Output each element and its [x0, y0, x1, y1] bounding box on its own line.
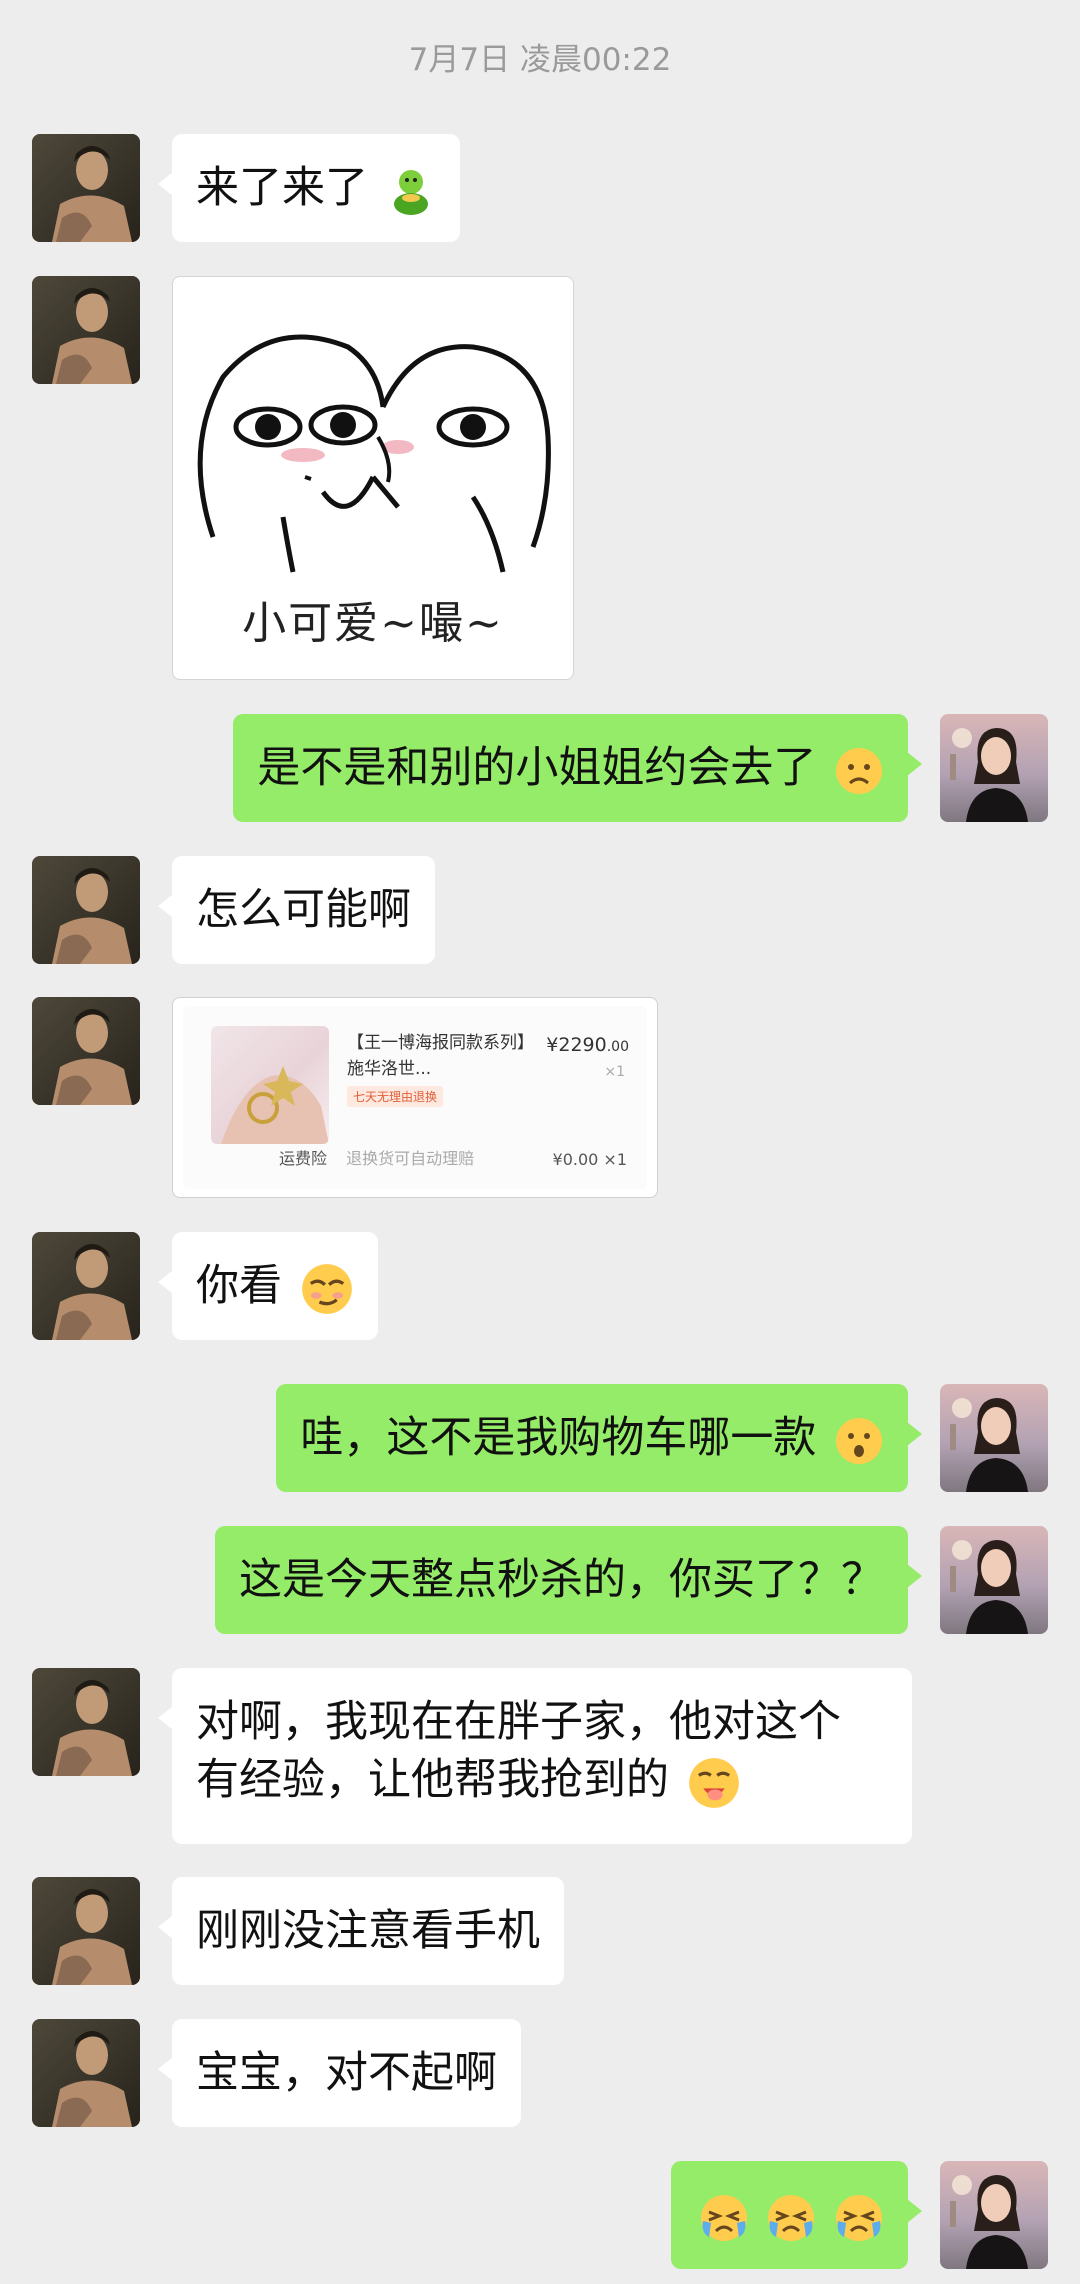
jewelry-photo-icon	[221, 1066, 329, 1144]
message-text: 刚刚没注意看手机	[196, 1906, 540, 1956]
message-text: 宝宝，对不起啊	[196, 2048, 497, 2098]
contact-avatar[interactable]	[32, 1668, 140, 1776]
message-text: 你看	[196, 1261, 282, 1311]
green-person-emoji-icon	[393, 169, 428, 215]
message-text: 来了来了	[196, 163, 368, 213]
outgoing-message-bubble[interactable]: 是不是和别的小姐姐约会去了	[233, 714, 922, 822]
incoming-message-bubble[interactable]: 宝宝，对不起啊	[158, 2019, 521, 2127]
product-title: 【王一博海报同款系列】	[347, 1033, 534, 1053]
order-footer: 运费险 退换货可自动理赔	[279, 1145, 474, 1169]
outgoing-message-bubble[interactable]	[670, 2161, 923, 2269]
order-card[interactable]: 【王一博海报同款系列】 施华洛世... 七天无理由退换 ¥2290.00 ×1 …	[172, 997, 658, 1198]
smirk-face-emoji-icon	[301, 1263, 352, 1314]
product-price: ¥2290.00	[546, 1034, 629, 1056]
message-text-line: 对啊，我现在在胖子家，他对这个	[196, 1697, 841, 1747]
outgoing-message-bubble[interactable]: 这是今天整点秒杀的，你买了？？	[215, 1526, 922, 1634]
kissing-faces-sticker-icon	[197, 334, 551, 573]
user-avatar[interactable]	[940, 1526, 1048, 1634]
contact-avatar[interactable]	[32, 276, 140, 384]
contact-avatar[interactable]	[32, 856, 140, 964]
contact-avatar[interactable]	[32, 1232, 140, 1340]
crying-face-emoji-icon	[766, 2193, 816, 2242]
price-main: ¥2290	[546, 1034, 607, 1056]
shipping-insurance-note: 退换货可自动理赔	[346, 1149, 475, 1168]
message-text: 是不是和别的小姐姐约会去了	[257, 743, 817, 793]
incoming-message-bubble[interactable]: 对啊，我现在在胖子家，他对这个 有经验，让他帮我抢到的	[158, 1668, 912, 1844]
message-text: 这是今天整点秒杀的，你买了？？	[239, 1555, 884, 1605]
contact-avatar[interactable]	[32, 1877, 140, 1985]
product-subtitle: 施华洛世...	[347, 1059, 432, 1079]
product-quantity: ×1	[604, 1064, 625, 1080]
message-text: 哇，这不是我购物车哪一款	[300, 1413, 817, 1463]
shipping-insurance-label: 运费险	[279, 1149, 328, 1168]
incoming-message-bubble[interactable]: 刚刚没注意看手机	[158, 1877, 564, 1985]
chat-timestamp: 7月7日 凌晨00:22	[408, 42, 672, 78]
order-total: ¥0.00 ×1	[552, 1150, 627, 1169]
message-text: 有经验，让他帮我抢到的	[196, 1755, 669, 1805]
sticker-message[interactable]: 小可爱~嘬~	[172, 276, 574, 680]
incoming-message-bubble[interactable]: 你看	[158, 1232, 378, 1340]
surprised-face-emoji-icon	[836, 1417, 882, 1464]
incoming-message-bubble[interactable]: 来了来了	[158, 134, 460, 242]
frowning-face-emoji-icon	[836, 747, 882, 794]
incoming-message-bubble[interactable]: 怎么可能啊	[158, 856, 435, 964]
user-avatar[interactable]	[940, 714, 1048, 822]
contact-avatar[interactable]	[32, 997, 140, 1105]
user-avatar[interactable]	[940, 1384, 1048, 1492]
return-policy-tag: 七天无理由退换	[347, 1086, 444, 1107]
message-text-line-2: 有经验，让他帮我抢到的	[196, 1751, 888, 1810]
message-text: 怎么可能啊	[196, 885, 411, 935]
sticker-caption: 小可爱~嘬~	[242, 598, 504, 649]
product-thumbnail[interactable]	[211, 1026, 329, 1144]
user-avatar[interactable]	[940, 2161, 1048, 2269]
contact-avatar[interactable]	[32, 134, 140, 242]
contact-avatar[interactable]	[32, 2019, 140, 2127]
price-cents: .00	[606, 1039, 629, 1055]
crying-face-emoji-icon	[699, 2193, 749, 2242]
outgoing-message-bubble[interactable]: 哇，这不是我购物车哪一款	[276, 1384, 922, 1492]
crying-face-emoji-icon	[834, 2193, 884, 2242]
drooling-face-emoji-icon	[688, 1757, 739, 1808]
